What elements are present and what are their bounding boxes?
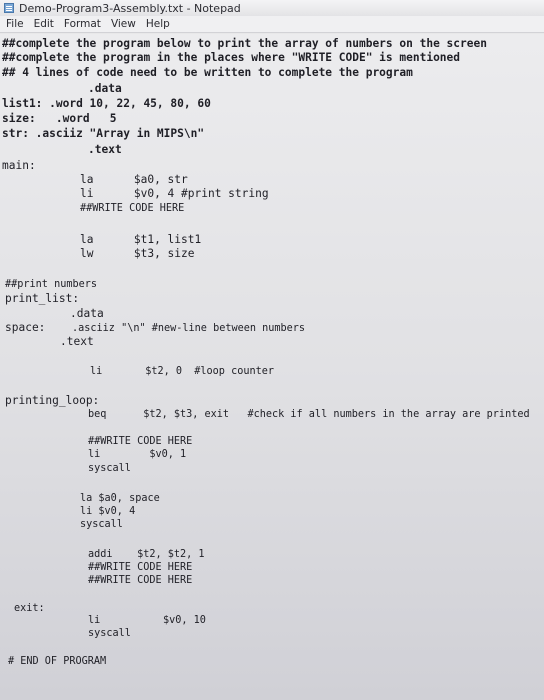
code-line: ##complete the program below to print th… <box>2 37 487 50</box>
code-line: syscall <box>88 628 131 639</box>
code-line: li <box>88 615 101 626</box>
code-line: ## 4 lines of code need to be written to… <box>2 66 413 79</box>
code-line: .data <box>70 307 104 320</box>
code-line: # END OF PROGRAM <box>8 656 107 667</box>
code-line: ##WRITE CODE HERE <box>88 436 193 447</box>
menu-view[interactable]: View <box>107 18 142 30</box>
code-line: ##WRITE CODE HERE <box>80 203 185 214</box>
code-line: .data <box>88 82 122 95</box>
code-line: str: .asciiz "Array in MIPS\n" <box>2 127 205 140</box>
code-line: li $v0, 4 #print string <box>80 187 269 200</box>
code-line: syscall <box>80 519 123 530</box>
title-bar: Demo-Program3-Assembly.txt - Notepad <box>0 0 544 17</box>
code-line: printing_loop: <box>5 394 100 407</box>
code-line: la $a0, space <box>80 493 160 504</box>
code-line: addi $t2, $t2, 1 <box>88 549 205 560</box>
menu-format[interactable]: Format <box>60 18 107 30</box>
code-line: ##complete the program in the places whe… <box>2 51 461 64</box>
code-line: ##WRITE CODE HERE <box>88 575 193 586</box>
code-line: exit: <box>14 603 45 614</box>
code-line: .text <box>88 143 122 156</box>
code-line: print_list: <box>5 292 80 305</box>
code-line: .text <box>60 335 94 348</box>
notepad-icon <box>4 3 14 13</box>
menu-help[interactable]: Help <box>142 18 176 30</box>
window-title: Demo-Program3-Assembly.txt - Notepad <box>19 1 241 15</box>
code-line: li $t2, 0 #loop counter <box>90 366 275 377</box>
code-line: la $a0, str <box>80 173 188 186</box>
menu-bar: File Edit Format View Help <box>0 16 544 33</box>
code-line: lw $t3, size <box>80 247 195 260</box>
code-line: main: <box>2 159 36 172</box>
code-line: $v0, 10 <box>163 615 206 626</box>
code-line: ##print numbers <box>5 279 98 290</box>
code-line: beq $t2, $t3, exit #check if all numbers… <box>88 409 530 420</box>
code-line: ##WRITE CODE HERE <box>88 562 193 573</box>
code-line: la $t1, list1 <box>80 233 202 246</box>
code-line: li $v0, 4 <box>80 506 136 517</box>
code-line: size: .word 5 <box>2 112 117 125</box>
code-line: list1: .word 10, 22, 45, 80, 60 <box>2 97 211 110</box>
code-line: space: <box>5 321 46 334</box>
code-line: syscall <box>88 463 131 474</box>
text-editor-area[interactable]: ##complete the program below to print th… <box>0 34 544 700</box>
menu-edit[interactable]: Edit <box>30 18 60 30</box>
code-line: .asciiz "\n" #new-line between numbers <box>72 323 306 334</box>
code-line: li $v0, 1 <box>88 449 187 460</box>
menu-file[interactable]: File <box>2 18 30 30</box>
